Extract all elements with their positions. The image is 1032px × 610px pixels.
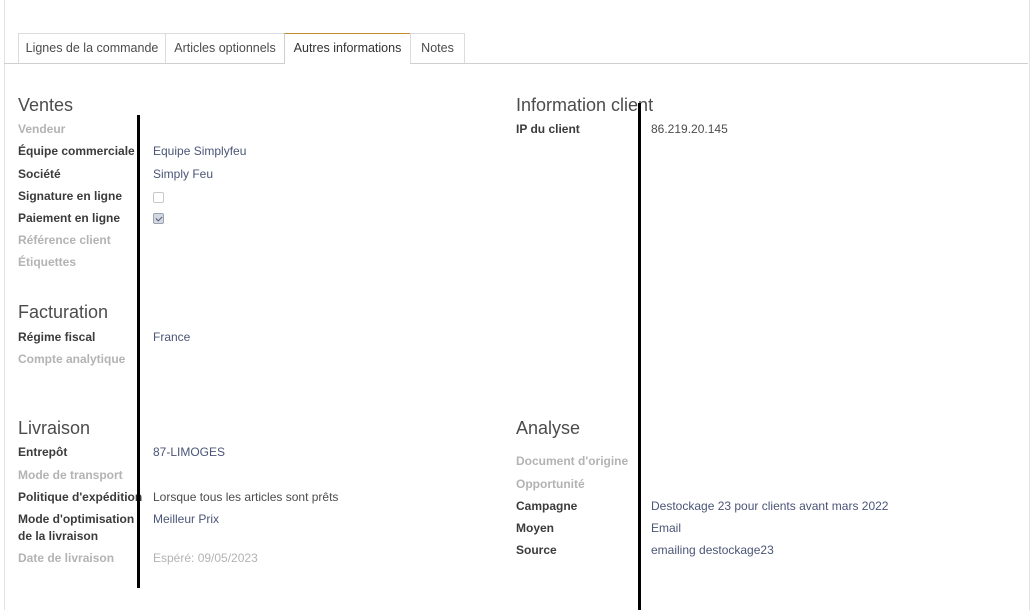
- field-label-paiement-en-ligne: Paiement en ligne: [18, 211, 121, 225]
- campagne-link[interactable]: Destockage 23 pour clients avant mars 20…: [651, 498, 888, 515]
- signature-en-ligne-checkbox[interactable]: [153, 192, 164, 203]
- moyen-link[interactable]: Email: [651, 520, 681, 537]
- field-label-entrepot: Entrepôt: [18, 445, 68, 459]
- tab-bar-border: [4, 63, 1028, 64]
- politique-expedition-value[interactable]: Lorsque tous les articles sont prêts: [153, 489, 338, 506]
- field-label-signature-en-ligne: Signature en ligne: [18, 189, 123, 203]
- field-label-campagne: Campagne: [516, 499, 578, 513]
- field-label-reference-client: Référence client: [18, 233, 111, 247]
- field-label-vendeur: Vendeur: [18, 122, 66, 136]
- field-label-regime-fiscal: Régime fiscal: [18, 330, 96, 344]
- field-label-politique-expedition: Politique d'expédition: [18, 490, 143, 504]
- section-title-information-client: Information client: [516, 95, 654, 115]
- field-label-equipe-commerciale: Équipe commerciale: [18, 144, 135, 158]
- societe-link[interactable]: Simply Feu: [153, 166, 213, 183]
- equipe-commerciale-link[interactable]: Equipe Simplyfeu: [153, 143, 246, 160]
- section-title-livraison: Livraison: [18, 418, 91, 438]
- column-divider-left: [137, 115, 140, 588]
- tab-notes[interactable]: Notes: [410, 33, 465, 63]
- section-title-facturation: Facturation: [18, 302, 109, 322]
- column-divider-right: [638, 103, 641, 610]
- tab-autres-informations[interactable]: Autres informations: [284, 33, 411, 64]
- regime-fiscal-link[interactable]: France: [153, 329, 190, 346]
- field-label-moyen: Moyen: [516, 521, 555, 535]
- field-label-date-livraison: Date de livraison: [18, 551, 115, 565]
- paiement-en-ligne-checkbox[interactable]: [153, 213, 164, 224]
- ip-client-value: 86.219.20.145: [651, 122, 728, 136]
- field-label-ip-client: IP du client: [516, 122, 580, 136]
- tab-lignes-commande[interactable]: Lignes de la commande: [18, 33, 166, 63]
- section-title-ventes: Ventes: [18, 95, 74, 115]
- field-label-etiquettes: Étiquettes: [18, 255, 77, 269]
- date-livraison-value: Espéré: 09/05/2023: [153, 551, 258, 565]
- field-label-document-origine: Document d'origine: [516, 454, 629, 468]
- field-label-opportunite: Opportunité: [516, 477, 585, 491]
- entrepot-link[interactable]: 87-LIMOGES: [153, 444, 225, 461]
- field-label-source: Source: [516, 543, 557, 557]
- source-link[interactable]: emailing destockage23: [651, 542, 774, 559]
- field-label-societe: Société: [18, 167, 61, 181]
- field-label-compte-analytique: Compte analytique: [18, 352, 126, 366]
- field-label-mode-optimisation: Mode d'optimisation: [18, 512, 135, 526]
- field-label-mode-transport: Mode de transport: [18, 468, 123, 482]
- section-title-analyse: Analyse: [516, 418, 581, 438]
- tab-articles-optionnels[interactable]: Articles optionnels: [165, 33, 285, 63]
- mode-optimisation-value[interactable]: Meilleur Prix: [153, 511, 219, 528]
- field-label-mode-optimisation-line2: de la livraison: [18, 529, 99, 543]
